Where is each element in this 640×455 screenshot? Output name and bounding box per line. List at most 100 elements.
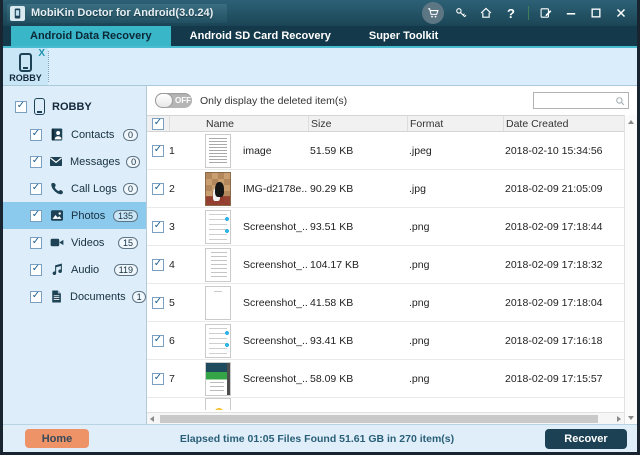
row-number: 5 [169,297,193,309]
file-size: 41.58 KB [308,297,407,309]
deleted-only-toggle[interactable]: OFF [155,93,192,108]
row-number: 2 [169,183,193,195]
table-body: ✓1image51.59 KB.jpeg2018-02-10 15:34:56✓… [147,132,624,412]
help-icon[interactable]: ? [503,5,519,21]
device-slot-divider [48,51,49,82]
device-close-icon[interactable]: X [38,48,45,59]
messages-icon [48,154,64,169]
home-button[interactable]: Home [25,429,89,448]
table-row-partial[interactable] [147,398,624,410]
sidebar-item-documents[interactable]: ✓Documents1 [3,283,146,310]
file-name: Screenshot_... [243,221,308,233]
count-badge: 0 [126,156,140,168]
file-format: .png [407,373,503,385]
row-checkbox[interactable]: ✓ [152,297,164,309]
sidebar-item-messages[interactable]: ✓Messages0 [3,148,146,175]
table-row[interactable]: ✓3Screenshot_...93.51 KB.png2018-02-09 1… [147,208,624,246]
titlebar-icons: ? [422,2,629,24]
sidebar-item-contacts[interactable]: ✓Contacts0 [3,121,146,148]
row-checkbox[interactable]: ✓ [152,221,164,233]
feedback-icon[interactable] [538,5,554,21]
column-header-date[interactable]: Date Created [503,116,624,131]
scroll-right-icon[interactable] [617,416,621,422]
device-card[interactable]: X ROBBY [3,48,48,85]
tab-android-data-recovery[interactable]: Android Data Recovery [11,26,171,46]
recover-button[interactable]: Recover [545,429,627,449]
file-format: .png [407,221,503,233]
file-size: 51.59 KB [308,145,407,157]
column-header-name[interactable]: Name [169,116,308,131]
home-icon[interactable] [478,5,494,21]
table-row[interactable]: ✓2IMG-d2178e...90.29 KB.jpg2018-02-09 21… [147,170,624,208]
file-thumbnail [205,324,231,358]
column-header-format[interactable]: Format [407,116,503,131]
horizontal-scroll-thumb[interactable] [160,415,598,423]
sidebar-item-videos[interactable]: ✓ Videos 15 [3,229,146,256]
sidebar-item-label: Videos [71,237,104,249]
category-checkbox[interactable]: ✓ [30,291,42,303]
vertical-scrollbar[interactable] [624,115,637,424]
footer-bar: Home Elapsed time 01:05 Files Found 51.6… [3,424,637,452]
scroll-up-icon [628,120,634,124]
tab-super-toolkit[interactable]: Super Toolkit [350,26,457,46]
row-checkbox[interactable]: ✓ [152,183,164,195]
minimize-icon[interactable] [563,5,579,21]
category-checkbox[interactable]: ✓ [30,183,42,195]
horizontal-scrollbar[interactable] [147,412,624,424]
category-checkbox[interactable]: ✓ [30,264,42,276]
sidebar-item-audio[interactable]: ✓Audio119 [3,256,146,283]
file-date-created: 2018-02-09 17:16:18 [503,335,624,347]
row-checkbox[interactable]: ✓ [152,145,164,157]
table-row[interactable]: ✓5Screenshot_...41.58 KB.png2018-02-09 1… [147,284,624,322]
tab-android-sd-card-recovery[interactable]: Android SD Card Recovery [171,26,350,46]
toggle-knob[interactable] [155,93,173,108]
file-thumbnail [205,362,231,396]
sidebar-item-label: Audio [71,264,99,276]
scroll-down-button[interactable] [625,411,637,424]
category-checkbox[interactable]: ✓ [30,210,42,222]
row-checkbox[interactable]: ✓ [152,335,164,347]
table-row[interactable]: ✓1image51.59 KB.jpeg2018-02-10 15:34:56 [147,132,624,170]
file-size: 90.29 KB [308,183,407,195]
file-thumbnail [205,248,231,282]
search-input[interactable] [536,95,614,106]
videos-icon [48,235,65,250]
sidebar-item-call-logs[interactable]: ✓Call Logs0 [3,175,146,202]
file-date-created: 2018-02-09 17:18:04 [503,297,624,309]
row-number: 1 [169,145,193,157]
scroll-up-button[interactable] [625,115,637,128]
scroll-left-icon[interactable] [150,416,154,422]
table-header: ✓ Name Size Format Date Created [147,115,624,132]
file-date-created: 2018-02-09 17:18:44 [503,221,624,233]
file-name: Screenshot_... [243,373,308,385]
search-box[interactable] [533,92,629,109]
cart-icon[interactable] [422,2,444,24]
table-row[interactable]: ✓6Screenshot_...93.41 KB.png2018-02-09 1… [147,322,624,360]
row-checkbox[interactable]: ✓ [152,373,164,385]
category-checkbox[interactable]: ✓ [30,156,42,168]
device-checkbox[interactable]: ✓ [15,101,27,113]
key-icon[interactable] [453,5,469,21]
row-number: 6 [169,335,193,347]
category-checkbox[interactable]: ✓ [30,129,42,141]
device-strip: X ROBBY [3,48,637,86]
file-format: .png [407,335,503,347]
search-icon [614,95,626,107]
category-checkbox[interactable]: ✓ [30,237,42,249]
maximize-icon[interactable] [588,5,604,21]
table-row[interactable]: ✓7Screenshot_...58.09 KB.png2018-02-09 1… [147,360,624,398]
window-title: MobiKin Doctor for Android(3.0.24) [31,7,213,19]
file-date-created: 2018-02-09 17:18:32 [503,259,624,271]
table-row[interactable]: ✓4Screenshot_...104.17 KB.png2018-02-09 … [147,246,624,284]
content-panel: OFF Only display the deleted item(s) ✓ N… [147,86,637,424]
app-logo-icon [10,6,25,21]
close-icon[interactable] [613,5,629,21]
row-checkbox[interactable]: ✓ [152,259,164,271]
count-badge: 15 [118,237,138,249]
sidebar-item-photos[interactable]: ✓Photos135 [3,202,146,229]
file-thumbnail [205,398,231,410]
filter-toolbar: OFF Only display the deleted item(s) [147,86,637,115]
select-all-checkbox[interactable]: ✓ [152,118,164,130]
column-header-size[interactable]: Size [308,116,407,131]
sidebar-device-root[interactable]: ✓ ROBBY [3,95,146,121]
